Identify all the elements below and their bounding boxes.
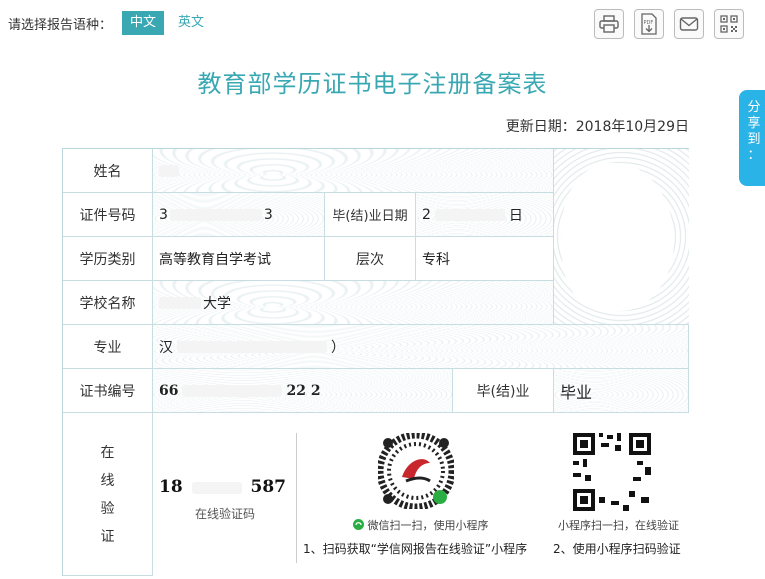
pdf-icon: PDF: [641, 13, 657, 35]
level-label: 层次: [325, 237, 416, 281]
record-table: 姓名 证件号码 3 3 毕(结)业日期 2 日 学历类别 高等教育自学考试 层次…: [62, 148, 689, 576]
certificate-number-label: 证书编号: [63, 369, 153, 413]
email-button[interactable]: [674, 9, 704, 39]
id-number-start: 3: [159, 206, 168, 223]
certificate-number-end: 22 2: [286, 382, 321, 399]
verification-code-end: 587: [250, 477, 287, 497]
print-button[interactable]: [594, 9, 624, 39]
major-label: 专业: [63, 325, 153, 369]
major-start: 汉: [159, 339, 173, 356]
verification-code-start: 18: [159, 477, 183, 497]
share-tab[interactable]: 分 享 到 ：: [739, 90, 765, 186]
language-english-button[interactable]: 英文: [170, 11, 212, 35]
qr-code-icon: [571, 431, 653, 513]
qrcode-button[interactable]: [714, 9, 744, 39]
graduation-date-label: 毕(结)业日期: [325, 193, 416, 237]
language-chinese-button[interactable]: 中文: [122, 11, 165, 35]
graduation-status-value: 毕业: [554, 369, 689, 413]
id-number-end: 3: [263, 206, 273, 223]
level-value: 专科: [416, 237, 554, 281]
major-end: ）: [331, 339, 345, 356]
redacted-text: [169, 208, 262, 221]
major-value: 汉 ）: [153, 325, 689, 369]
page-title: 教育部学历证书电子注册备案表: [197, 70, 548, 98]
share-char: ：: [747, 148, 761, 163]
verification-qr-code: [571, 431, 653, 513]
certificate-number-start: 66: [159, 382, 179, 399]
divider: [296, 433, 297, 563]
redacted-text: [191, 481, 242, 494]
verification-code: 18 587: [159, 477, 286, 497]
photo-area: [554, 149, 689, 325]
top-bar: 请选择报告语种： 中文 英文 PDF: [0, 0, 765, 46]
share-char: 享: [747, 116, 761, 131]
verify-char: 证: [100, 529, 115, 545]
verify-char: 线: [100, 473, 115, 489]
verify-step-2: 2、使用小程序扫码验证: [553, 542, 681, 556]
mini-program-code-icon: [376, 431, 456, 511]
school-value-text: 大学: [203, 295, 231, 312]
wechat-scan-caption: 微信扫一扫，使用小程序: [353, 517, 489, 533]
wechat-mini-program-code: [376, 431, 456, 511]
language-label: 请选择报告语种：: [8, 18, 113, 33]
qrcode-icon: [720, 15, 738, 33]
school-value: 大学: [153, 281, 554, 325]
wechat-mini-program-icon: [353, 519, 364, 530]
verify-step-1: 1、扫码获取“学信网报告在线验证”小程序: [303, 542, 528, 556]
redacted-text: [182, 384, 283, 397]
redacted-text: [434, 208, 505, 221]
graduation-date-value: 2 日: [416, 193, 554, 237]
graduation-status-label: 毕(结)业: [453, 369, 554, 413]
redacted-text: [159, 164, 179, 177]
verification-code-label: 在线验证码: [195, 507, 256, 521]
name-label: 姓名: [63, 149, 153, 193]
printer-icon: [599, 15, 619, 33]
graduation-date-end: 日: [508, 207, 523, 224]
online-verify-label: 在 线 验 证: [63, 413, 153, 576]
verify-char: 验: [100, 501, 115, 517]
redacted-text: [159, 296, 201, 309]
name-value: [153, 149, 554, 193]
redacted-photo: [562, 163, 674, 311]
verify-char: 在: [100, 445, 115, 461]
mini-program-scan-caption: 小程序扫一扫，在线验证: [558, 519, 679, 532]
mail-icon: [679, 17, 699, 31]
id-number-label: 证件号码: [63, 193, 153, 237]
school-label: 学校名称: [63, 281, 153, 325]
redacted-text: [177, 340, 327, 353]
share-char: 到: [747, 132, 761, 147]
education-type-label: 学历类别: [63, 237, 153, 281]
update-date: 更新日期：2018年10月29日: [505, 119, 689, 135]
share-char: 分: [747, 100, 761, 115]
graduation-date-start: 2: [422, 206, 431, 223]
verify-area: 18 587 在线验证码 微信扫一扫，使用小程序 小程序扫一扫，在线验证 1、扫…: [153, 413, 689, 576]
id-number-value: 3 3: [153, 193, 325, 237]
pdf-download-button[interactable]: PDF: [634, 9, 664, 39]
education-type-value: 高等教育自学考试: [153, 237, 325, 281]
certificate-number-value: 66 22 2: [153, 369, 453, 413]
wechat-scan-caption-text: 微信扫一扫，使用小程序: [367, 519, 489, 532]
